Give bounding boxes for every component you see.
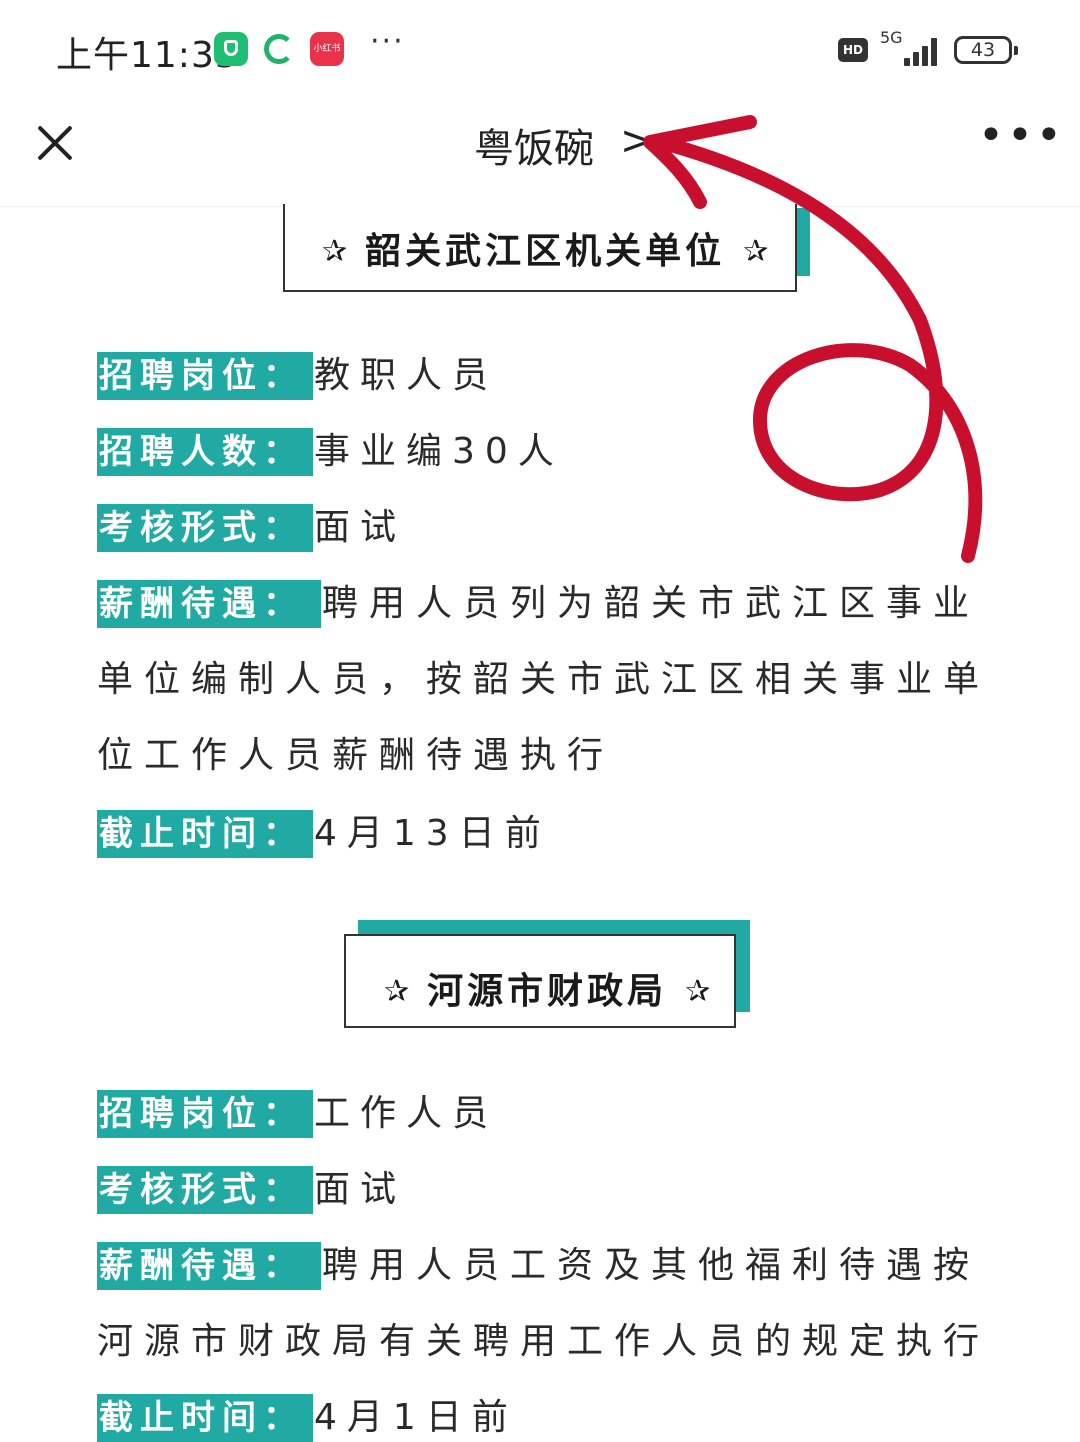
section-header: ✰ 韶关武江区机关单位 ✰ (304, 222, 786, 274)
star-icon: ✰ (743, 234, 769, 269)
count-label: 招聘人数： (97, 428, 313, 476)
section-title: 韶关武江区机关单位 (365, 231, 726, 272)
salary-label: 薪酬待遇： (97, 580, 321, 628)
deadline-label: 截止时间： (97, 1394, 313, 1442)
more-options-icon[interactable]: ••• (978, 110, 1065, 161)
exam-value: 面试 (314, 1169, 407, 1210)
nav-bar: 粤饭碗 > ••• (0, 100, 1080, 207)
position-label: 招聘岗位： (97, 352, 313, 400)
chevron-right-icon[interactable]: > (620, 118, 654, 164)
deadline-label: 截止时间： (97, 810, 313, 858)
battery-icon: 43 (954, 36, 1018, 64)
salary-text-line2: 单位编制人员，按韶关市武江区相关事业单 (97, 659, 991, 700)
page-title[interactable]: 粤饭碗 (474, 116, 594, 174)
position-value: 教职人员 (314, 355, 499, 396)
status-time: 上午11:35 (56, 35, 239, 76)
signal-icon (896, 36, 942, 66)
exam-label: 考核形式： (97, 504, 313, 552)
notification-more-icon: ··· (370, 24, 405, 59)
section-title: 河源市财政局 (427, 971, 668, 1012)
deadline-value: 4月1日前 (314, 1397, 518, 1438)
shield-app-icon (214, 32, 248, 66)
salary-text-line3: 位工作人员薪酬待遇执行 (97, 735, 615, 776)
hd-badge: HD (838, 38, 868, 62)
sync-app-icon (264, 34, 294, 64)
count-value: 事业编30人 (314, 431, 564, 472)
star-icon: ✰ (685, 974, 711, 1009)
status-bar: 上午11:35 小红书 ··· HD 5G 43 (0, 0, 1080, 100)
position-label: 招聘岗位： (97, 1090, 313, 1138)
star-icon: ✰ (322, 234, 348, 269)
salary-text-line1: 聘用人员列为韶关市武江区事业 (322, 583, 981, 624)
salary-text-line1: 聘用人员工资及其他福利待遇按 (322, 1245, 981, 1286)
deadline-value: 4月13日前 (314, 813, 551, 854)
salary-text-line2: 河源市财政局有关聘用工作人员的规定执行 (97, 1321, 991, 1362)
salary-label: 薪酬待遇： (97, 1242, 321, 1290)
star-icon: ✰ (384, 974, 410, 1009)
close-icon[interactable] (34, 122, 76, 164)
exam-label: 考核形式： (97, 1166, 313, 1214)
section-header: ✰ 河源市财政局 ✰ (366, 962, 728, 1014)
position-value: 工作人员 (314, 1093, 499, 1134)
exam-value: 面试 (314, 507, 407, 548)
xiaohongshu-app-icon: 小红书 (310, 32, 344, 66)
